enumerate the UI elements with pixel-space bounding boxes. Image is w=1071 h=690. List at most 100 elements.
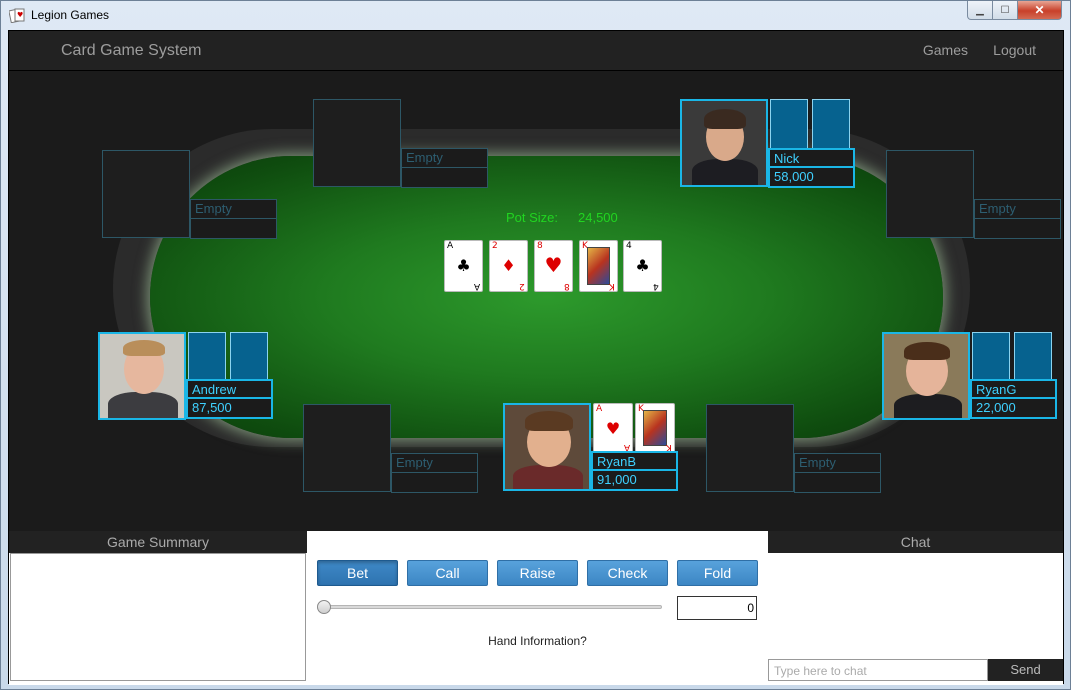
seat-name: Empty: [401, 148, 488, 168]
card-rank: K: [609, 281, 615, 291]
raise-button[interactable]: Raise: [497, 560, 578, 586]
community-card: K K: [579, 240, 618, 292]
maximize-icon: ☐: [1000, 4, 1010, 16]
seat-name: Empty: [794, 453, 881, 473]
empty-seat-photo: [706, 404, 794, 492]
community-card: 2 ♦ 2: [489, 240, 528, 292]
seat-name: Empty: [391, 453, 478, 473]
minimize-button[interactable]: ▁: [967, 1, 993, 20]
player-avatar: [98, 332, 186, 420]
avatar-body: [108, 392, 178, 418]
card-rank: A: [623, 442, 630, 452]
club-icon: ♣: [635, 256, 650, 275]
window-title: Legion Games: [31, 8, 110, 22]
card-rank: 2: [492, 241, 498, 251]
game-summary-header: Game Summary: [9, 531, 307, 553]
king-face-icon: [643, 410, 667, 446]
diamond-icon: ♦: [501, 256, 516, 275]
title-bar: ♥ Legion Games ▁ ☐ ✕: [1, 1, 1070, 29]
nav-games-link[interactable]: Games: [923, 42, 968, 58]
app-window: ♥ Legion Games ▁ ☐ ✕ Card Game System Ga…: [0, 0, 1071, 690]
hole-card-back: [1014, 332, 1052, 382]
maximize-button[interactable]: ☐: [993, 1, 1018, 20]
avatar-body: [692, 159, 758, 185]
seat-chips: 87,500: [186, 399, 273, 419]
card-rank: 4: [626, 241, 632, 251]
nav-logout-link[interactable]: Logout: [993, 42, 1036, 58]
cards-app-icon: ♥: [9, 8, 25, 23]
empty-seat-photo: [303, 404, 391, 492]
seat-chips: [391, 473, 478, 493]
window-controls: ▁ ☐ ✕: [967, 1, 1062, 21]
svg-text:♥: ♥: [17, 11, 23, 19]
heart-icon: ♥: [605, 419, 621, 438]
player-avatar: [680, 99, 768, 187]
chat-panel: Chat Type here to chat Send: [768, 531, 1063, 685]
chat-send-button[interactable]: Send: [988, 659, 1063, 681]
card-rank: 2: [519, 281, 525, 291]
game-summary-panel: Game Summary: [9, 531, 307, 685]
hole-card-back: [972, 332, 1010, 382]
seat-name: RyanB: [591, 451, 678, 471]
client-area: Card Game System Games Logout Pot Size: …: [8, 30, 1064, 685]
poker-table-area: Pot Size: 24,500 A ♣ A 2 ♦ 2 8 ♥ 8 K K 4…: [9, 72, 1063, 531]
seat-name: Nick: [768, 148, 855, 168]
card-rank: K: [666, 442, 672, 452]
bet-button[interactable]: Bet: [317, 560, 398, 586]
seat-chips: 22,000: [970, 399, 1057, 419]
chat-input[interactable]: Type here to chat: [768, 659, 988, 681]
pot-size-value: 24,500: [578, 210, 618, 225]
avatar-hair: [525, 411, 573, 431]
call-button[interactable]: Call: [407, 560, 488, 586]
check-button[interactable]: Check: [587, 560, 668, 586]
card-rank: 8: [537, 241, 543, 251]
hole-card: K K: [635, 403, 675, 453]
player-avatar: [503, 403, 591, 491]
action-controls-panel: Bet Call Raise Check Fold 0 Hand Informa…: [307, 531, 768, 685]
seat-chips: 91,000: [591, 471, 678, 491]
hole-card-back: [188, 332, 226, 382]
hole-card-back: [812, 99, 850, 149]
card-rank: A: [447, 241, 454, 251]
seat-chips: [190, 219, 277, 239]
seat-chips: [974, 219, 1061, 239]
card-rank: 8: [564, 281, 570, 291]
seat-chips: 58,000: [768, 168, 855, 188]
fold-button[interactable]: Fold: [677, 560, 758, 586]
empty-seat-photo: [886, 150, 974, 238]
heart-icon: ♥: [544, 253, 563, 277]
bet-amount-input[interactable]: 0: [677, 596, 757, 620]
seat-name: Andrew: [186, 379, 273, 399]
seat-chips: [794, 473, 881, 493]
avatar-body: [513, 465, 583, 489]
close-icon: ✕: [1034, 3, 1045, 17]
community-card: A ♣ A: [444, 240, 483, 292]
chat-header: Chat: [768, 531, 1063, 553]
seat-name: Empty: [190, 199, 277, 219]
bet-slider-thumb[interactable]: [317, 600, 331, 614]
chat-log[interactable]: [769, 553, 1063, 657]
bet-slider-track[interactable]: [320, 605, 662, 609]
hole-card: A ♥ A: [593, 403, 633, 453]
player-avatar: [882, 332, 970, 420]
king-face-icon: [587, 247, 610, 285]
pot-size-label: Pot Size:: [506, 210, 559, 225]
seat-name: RyanG: [970, 379, 1057, 399]
community-card: 4 ♣ 4: [623, 240, 662, 292]
avatar-hair: [123, 340, 165, 356]
game-summary-log[interactable]: [10, 553, 306, 681]
brand-title[interactable]: Card Game System: [61, 42, 201, 60]
close-button[interactable]: ✕: [1018, 1, 1062, 20]
avatar-hair: [904, 342, 950, 360]
empty-seat-photo: [313, 99, 401, 187]
minimize-icon: ▁: [976, 4, 984, 16]
card-rank: A: [596, 404, 603, 414]
hand-information-link[interactable]: Hand Information?: [307, 634, 768, 648]
community-card: 8 ♥ 8: [534, 240, 573, 292]
card-rank: A: [473, 281, 480, 291]
club-icon: ♣: [456, 256, 471, 275]
hole-card-back: [770, 99, 808, 149]
card-rank: 4: [653, 281, 659, 291]
seat-chips: [401, 168, 488, 188]
avatar-body: [894, 394, 962, 418]
